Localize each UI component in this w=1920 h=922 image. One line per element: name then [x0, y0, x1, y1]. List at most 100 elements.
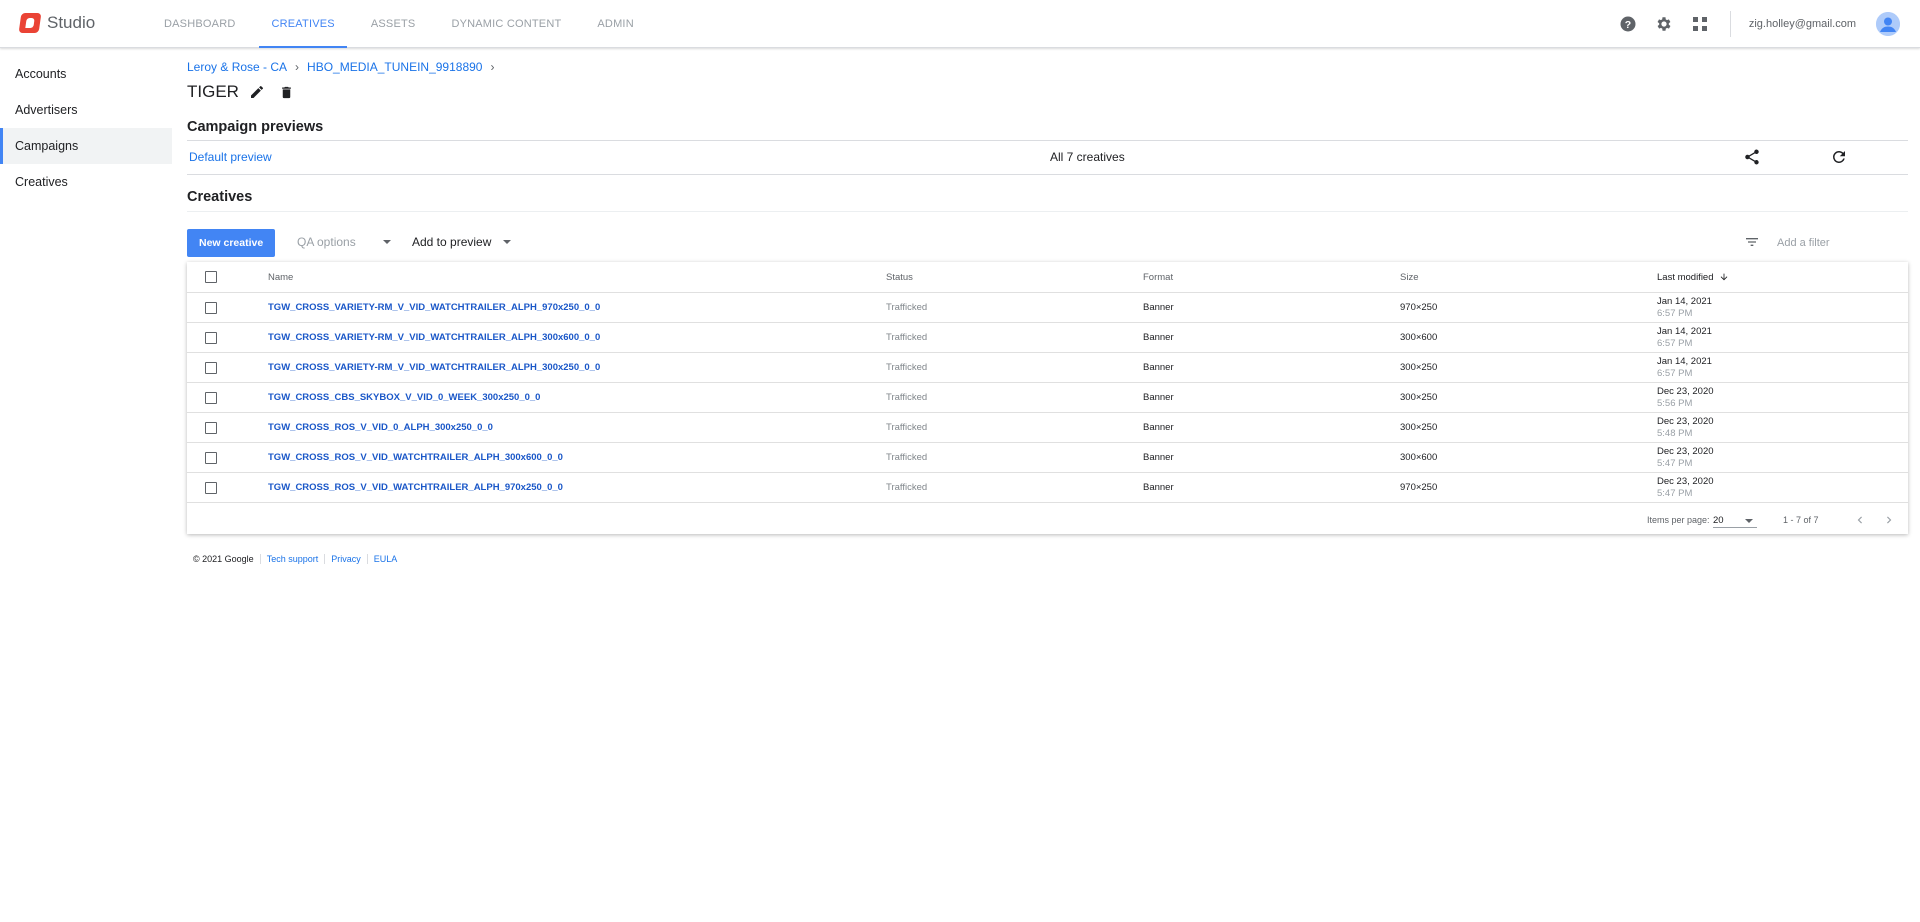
modified-time: 5:47 PM [1657, 487, 1693, 499]
studio-logo[interactable]: Studio [18, 13, 96, 33]
row-checkbox[interactable] [205, 293, 217, 322]
caret-down-icon [503, 240, 512, 244]
creative-modified: Jan 14, 2021 6:57 PM [1657, 353, 1712, 382]
creative-modified: Jan 14, 2021 6:57 PM [1657, 323, 1712, 352]
sidebar-item-campaigns[interactable]: Campaigns [0, 128, 172, 164]
creative-name-link[interactable]: TGW_CROSS_ROS_V_VID_WATCHTRAILER_ALPH_30… [268, 443, 563, 472]
new-creative-button[interactable]: New creative [187, 229, 276, 257]
edit-pencil-icon[interactable] [248, 83, 266, 101]
add-to-preview-dropdown[interactable]: Add to preview [412, 235, 512, 249]
row-checkbox[interactable] [205, 353, 217, 382]
filter-list-icon[interactable] [1744, 234, 1762, 252]
row-checkbox[interactable] [205, 413, 217, 442]
creative-name-link[interactable]: TGW_CROSS_ROS_V_VID_WATCHTRAILER_ALPH_97… [268, 473, 563, 502]
breadcrumb: Leroy & Rose - CA › HBO_MEDIA_TUNEIN_991… [187, 60, 502, 74]
copyright: © 2021 Google [193, 554, 254, 564]
breadcrumb-advertiser[interactable]: Leroy & Rose - CA [187, 60, 287, 74]
tab-dynamic-content[interactable]: DYNAMIC CONTENT [439, 0, 573, 48]
modified-date: Jan 14, 2021 [1657, 295, 1712, 307]
creative-size: 300×250 [1400, 422, 1438, 433]
delete-trash-icon[interactable] [278, 83, 296, 101]
tab-admin[interactable]: ADMIN [585, 0, 645, 48]
table-row[interactable]: TGW_CROSS_ROS_V_VID_0_ALPH_300x250_0_0 T… [187, 413, 1908, 443]
checkbox-icon [205, 451, 217, 464]
gear-icon[interactable] [1654, 14, 1674, 34]
creative-size: 300×600 [1400, 332, 1438, 343]
modified-date: Dec 23, 2020 [1657, 475, 1714, 487]
apps-grid-icon[interactable] [1690, 14, 1710, 34]
col-format[interactable]: Format [1143, 262, 1173, 292]
add-filter-input[interactable]: Add a filter [1777, 237, 1830, 249]
table-row[interactable]: TGW_CROSS_VARIETY-RM_V_VID_WATCHTRAILER_… [187, 323, 1908, 353]
modified-time: 6:57 PM [1657, 367, 1693, 379]
sidebar-item-creatives[interactable]: Creatives [0, 164, 172, 200]
qa-options-label: QA options [297, 235, 356, 249]
col-status[interactable]: Status [886, 262, 913, 292]
creatives-divider [187, 211, 1908, 212]
modified-time: 5:48 PM [1657, 427, 1693, 439]
table-row[interactable]: TGW_CROSS_VARIETY-RM_V_VID_WATCHTRAILER_… [187, 353, 1908, 383]
creative-status: Trafficked [886, 362, 928, 373]
svg-text:?: ? [1625, 19, 1631, 31]
qa-options-dropdown[interactable]: QA options [297, 235, 391, 249]
select-all-checkbox[interactable] [205, 262, 217, 292]
col-name[interactable]: Name [268, 262, 293, 292]
items-per-page-select[interactable]: 20 [1713, 512, 1757, 528]
modified-date: Jan 14, 2021 [1657, 325, 1712, 337]
row-checkbox[interactable] [205, 383, 217, 412]
col-size[interactable]: Size [1400, 262, 1418, 292]
creative-name-link[interactable]: TGW_CROSS_VARIETY-RM_V_VID_WATCHTRAILER_… [268, 293, 600, 322]
creative-name-link[interactable]: TGW_CROSS_CBS_SKYBOX_V_VID_0_WEEK_300x25… [268, 383, 540, 412]
privacy-link[interactable]: Privacy [324, 554, 361, 564]
tech-support-link[interactable]: Tech support [259, 554, 318, 564]
items-per-page-label: Items per page: [1647, 515, 1710, 525]
creative-format: Banner [1143, 362, 1174, 373]
table-row[interactable]: TGW_CROSS_ROS_V_VID_WATCHTRAILER_ALPH_30… [187, 443, 1908, 473]
creative-name-link[interactable]: TGW_CROSS_VARIETY-RM_V_VID_WATCHTRAILER_… [268, 323, 600, 352]
row-checkbox[interactable] [205, 443, 217, 472]
modified-time: 6:57 PM [1657, 337, 1693, 349]
creative-modified: Dec 23, 2020 5:47 PM [1657, 473, 1714, 502]
breadcrumb-campaign[interactable]: HBO_MEDIA_TUNEIN_9918890 [307, 60, 482, 74]
creative-size: 300×250 [1400, 362, 1438, 373]
chevron-left-icon[interactable] [1853, 513, 1867, 527]
creative-name-link[interactable]: TGW_CROSS_VARIETY-RM_V_VID_WATCHTRAILER_… [268, 353, 600, 382]
checkbox-icon [205, 361, 217, 374]
col-last-modified-label: Last modified [1657, 271, 1714, 283]
table-row[interactable]: TGW_CROSS_ROS_V_VID_WATCHTRAILER_ALPH_97… [187, 473, 1908, 503]
user-email[interactable]: zig.holley@gmail.com [1749, 18, 1856, 30]
creative-format: Banner [1143, 392, 1174, 403]
chevron-right-icon: › [295, 60, 300, 74]
modified-date: Dec 23, 2020 [1657, 445, 1714, 457]
sidebar-item-advertisers[interactable]: Advertisers [0, 92, 172, 128]
creative-name-link[interactable]: TGW_CROSS_ROS_V_VID_0_ALPH_300x250_0_0 [268, 413, 493, 442]
creative-size: 970×250 [1400, 482, 1438, 493]
creatives-toolbar: New creative QA options Add to preview A… [187, 229, 1908, 257]
table-row[interactable]: TGW_CROSS_CBS_SKYBOX_V_VID_0_WEEK_300x25… [187, 383, 1908, 413]
refresh-icon[interactable] [1830, 148, 1848, 166]
tab-assets[interactable]: ASSETS [359, 0, 428, 48]
tab-creatives[interactable]: CREATIVES [259, 0, 348, 48]
modified-date: Jan 14, 2021 [1657, 355, 1712, 367]
creatives-table: Name Status Format Size Last modified TG… [187, 262, 1908, 534]
checkbox-icon [205, 271, 217, 283]
creative-size: 300×600 [1400, 452, 1438, 463]
row-checkbox[interactable] [205, 323, 217, 352]
eula-link[interactable]: EULA [366, 554, 397, 564]
caret-down-icon [1745, 519, 1753, 523]
table-row[interactable]: TGW_CROSS_VARIETY-RM_V_VID_WATCHTRAILER_… [187, 293, 1908, 323]
creative-modified: Dec 23, 2020 5:56 PM [1657, 383, 1714, 412]
share-icon[interactable] [1743, 148, 1761, 166]
checkbox-icon [205, 331, 217, 344]
help-icon[interactable]: ? [1618, 14, 1638, 34]
app-name: Studio [47, 13, 96, 32]
top-divider [1729, 11, 1731, 37]
default-preview-link[interactable]: Default preview [189, 150, 272, 164]
chevron-right-icon[interactable] [1882, 513, 1896, 527]
sidebar-item-accounts[interactable]: Accounts [0, 56, 172, 92]
tab-dashboard[interactable]: DASHBOARD [152, 0, 247, 48]
account-avatar-icon[interactable] [1876, 12, 1900, 36]
col-last-modified[interactable]: Last modified [1657, 262, 1729, 292]
creative-status: Trafficked [886, 332, 928, 343]
row-checkbox[interactable] [205, 473, 217, 502]
